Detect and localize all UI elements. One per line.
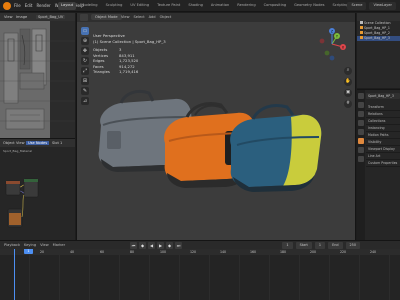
ruler-tick: 100 [160, 250, 167, 254]
ruler-tick: 60 [100, 250, 105, 254]
tab-animation[interactable]: Animation [208, 2, 232, 10]
timeline-header: Playback Keying View Marker ⏮ ◆ ◀ ▶ ◆ ⏭ … [0, 240, 400, 249]
scene-selector[interactable]: Scene [347, 2, 367, 10]
prev-key-icon[interactable]: ◆ [139, 242, 146, 249]
playback-controls: ⏮ ◆ ◀ ▶ ◆ ⏭ [130, 242, 182, 249]
tab-sculpting[interactable]: Sculpting [103, 2, 126, 10]
outliner-header [357, 13, 400, 21]
uv-editor-header: View Image Sport_Bag_UV [0, 13, 75, 21]
scene-props-icon[interactable] [358, 120, 364, 126]
ruler-tick: 220 [340, 250, 347, 254]
material-props-icon[interactable] [358, 156, 364, 162]
workspace-tabs: Layout Modeling Sculpting UV Editing Tex… [58, 2, 351, 10]
object-props-icon[interactable] [358, 138, 364, 144]
blender-logo-icon[interactable] [3, 2, 11, 10]
tab-geometry-nodes[interactable]: Geometry Nodes [291, 2, 327, 10]
ruler-tick: 160 [250, 250, 257, 254]
end-frame-label: End [328, 242, 343, 249]
timeline-grid [0, 255, 400, 300]
ruler-tick: 80 [130, 250, 135, 254]
start-frame-label: Start [295, 242, 312, 249]
timeline-menu-view[interactable]: View [40, 243, 49, 247]
render-props-icon[interactable] [358, 102, 364, 108]
end-frame-field[interactable]: 250 [345, 242, 360, 249]
3d-viewport[interactable]: Object Mode View Select Add Object ▭ ⊕ ✥… [76, 13, 356, 240]
world-props-icon[interactable] [358, 129, 364, 135]
tab-uv-editing[interactable]: UV Editing [127, 2, 152, 10]
timeline-menu-playback[interactable]: Playback [4, 243, 20, 247]
object-name-field[interactable]: Sport_Bag_HP_3 [366, 93, 400, 99]
tab-shading[interactable]: Shading [185, 2, 206, 10]
modifier-props-icon[interactable] [358, 147, 364, 153]
section-visibility[interactable]: Visibility [366, 139, 400, 146]
section-collections[interactable]: Collections [366, 118, 400, 125]
timeline-menu-keying[interactable]: Keying [24, 243, 36, 247]
ruler-tick: 180 [280, 250, 287, 254]
output-props-icon[interactable] [358, 111, 364, 117]
uv-editor-panel[interactable]: View Image Sport_Bag_UV [0, 13, 75, 138]
node-editor-header: Object View Use Nodes Slot 1 [0, 138, 75, 147]
next-key-icon[interactable]: ◆ [166, 242, 173, 249]
node-texture-preview [7, 208, 23, 228]
use-nodes-toggle[interactable]: Use Nodes [26, 141, 50, 145]
section-line-art[interactable]: Line Art [366, 153, 400, 160]
node-image-texture [5, 180, 21, 196]
play-icon[interactable]: ▶ [157, 242, 164, 249]
section-motion-paths[interactable]: Motion Paths [366, 132, 400, 139]
uv-image-name[interactable]: Sport_Bag_UV [36, 15, 66, 19]
menu-edit[interactable]: Edit [25, 3, 33, 8]
outliner-panel[interactable]: Scene Collection Sport_Bag_HP_1 Sport_Ba… [357, 13, 400, 88]
current-frame-field[interactable]: 1 [282, 242, 293, 249]
uv-menu-view[interactable]: View [4, 15, 13, 19]
node-bsdf [23, 178, 39, 198]
playhead[interactable]: 1 [14, 249, 33, 300]
ruler-tick: 200 [310, 250, 317, 254]
jump-end-icon[interactable]: ⏭ [175, 242, 182, 249]
section-custom-properties[interactable]: Custom Properties [366, 160, 400, 167]
ruler-tick: 120 [190, 250, 197, 254]
timeline-menu-marker[interactable]: Marker [53, 243, 65, 247]
tab-rendering[interactable]: Rendering [234, 2, 258, 10]
ruler-tick: 140 [220, 250, 227, 254]
start-frame-field[interactable]: 1 [314, 242, 326, 249]
timeline-menu: Playback Keying View Marker [4, 243, 65, 247]
scene-selectors: Scene ViewLayer [347, 2, 396, 10]
node-graph [5, 178, 39, 228]
section-relations[interactable]: Relations [366, 111, 400, 118]
ruler-tick: 240 [370, 250, 377, 254]
properties-body: Sport_Bag_HP_3 Transform Relations Colle… [366, 93, 400, 167]
tab-texture-paint[interactable]: Texture Paint [154, 2, 183, 10]
tab-compositing[interactable]: Compositing [261, 2, 290, 10]
tab-modeling[interactable]: Modeling [78, 2, 100, 10]
frame-range: 1 Start 1 End 250 [282, 242, 360, 249]
top-bar: File Edit Render Window Help Layout Mode… [0, 0, 400, 12]
scene-render [98, 89, 322, 192]
menu-render[interactable]: Render [36, 3, 50, 8]
node-menu-view[interactable]: View [16, 141, 25, 145]
outliner-row-selected[interactable]: Sport_Bag_HP_3 [357, 36, 400, 41]
timeline-area[interactable]: 20 40 60 80 100 120 140 160 180 200 220 … [0, 249, 400, 300]
properties-panel: Sport_Bag_HP_3 Transform Relations Colle… [357, 89, 400, 241]
play-reverse-icon[interactable]: ◀ [148, 242, 155, 249]
node-editor-type[interactable]: Object [3, 141, 15, 145]
tool-props-icon[interactable] [358, 93, 364, 99]
material-slot[interactable]: Slot 1 [52, 141, 62, 145]
properties-tabs [357, 90, 365, 241]
uv-menu-image[interactable]: Image [16, 15, 27, 19]
playhead-frame-label: 1 [24, 249, 33, 254]
jump-start-icon[interactable]: ⏮ [130, 242, 137, 249]
section-viewport-display[interactable]: Viewport Display [366, 146, 400, 153]
menu-file[interactable]: File [14, 3, 21, 8]
tab-layout[interactable]: Layout [58, 2, 77, 10]
ruler-tick: 40 [70, 250, 75, 254]
uv-layout-image [0, 21, 75, 138]
node-editor-canvas[interactable]: Sport_Bag_Material [0, 147, 75, 240]
section-instancing[interactable]: Instancing [366, 125, 400, 132]
ruler-tick: 20 [40, 250, 45, 254]
section-transform[interactable]: Transform [366, 104, 400, 111]
view-layer-selector[interactable]: ViewLayer [369, 2, 396, 10]
